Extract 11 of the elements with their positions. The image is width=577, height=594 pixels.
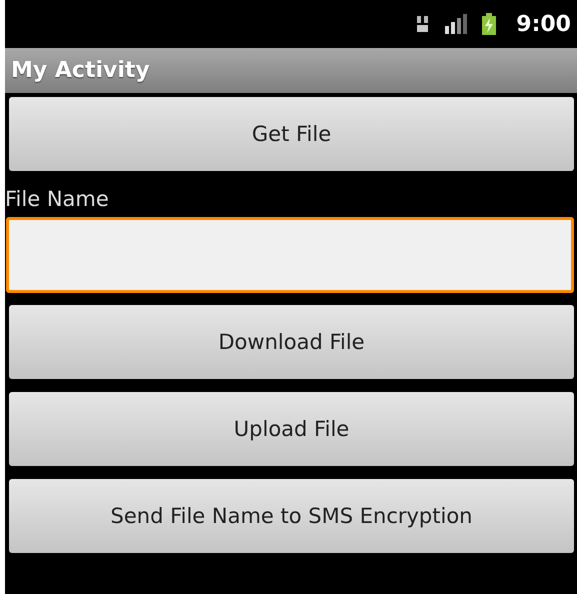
- button[interactable]: Get File: [9, 97, 574, 171]
- button[interactable]: Upload File: [9, 392, 574, 466]
- data-transfer-icon: [416, 15, 430, 33]
- clock-time: 9:00: [516, 12, 571, 36]
- button[interactable]: Download File: [9, 305, 574, 379]
- battery-charging-icon: [482, 13, 496, 35]
- button[interactable]: Send File Name to SMS Encryption: [9, 479, 574, 553]
- window-title: My Activity: [11, 58, 150, 83]
- field-label: File Name: [5, 187, 110, 211]
- signal-icon: [444, 14, 468, 34]
- input-field[interactable]: [6, 217, 574, 293]
